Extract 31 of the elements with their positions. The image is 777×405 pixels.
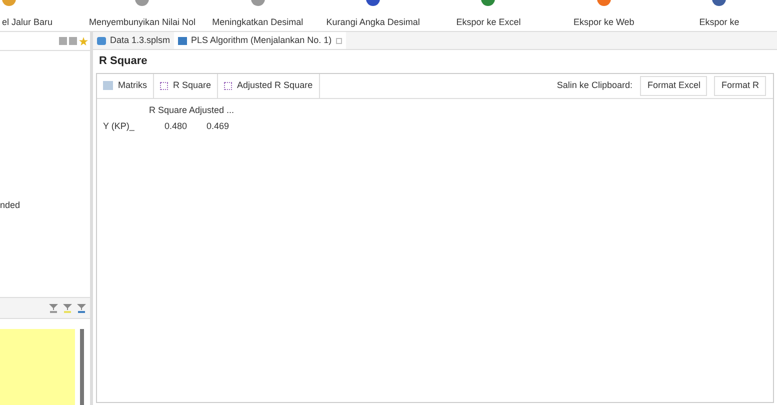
column-header: R Square bbox=[148, 104, 188, 117]
expand-icon[interactable] bbox=[59, 37, 67, 45]
format-button[interactable]: Format Excel bbox=[640, 76, 708, 96]
toolbar-button[interactable]: Menyembunyikan Nilai Nol bbox=[88, 16, 196, 30]
table-cell-text: 0.480 bbox=[163, 120, 188, 133]
toolbar-button[interactable]: Ekspor ke bbox=[699, 16, 740, 30]
file-icon bbox=[178, 36, 188, 44]
toolbar-button[interactable]: el Jalur Baru bbox=[2, 16, 53, 30]
row-header: Y (KP)_ bbox=[103, 120, 136, 133]
filter-icon[interactable] bbox=[49, 304, 58, 312]
collapse-icon[interactable] bbox=[69, 37, 77, 45]
toolbar-button[interactable]: Kurangi Angka Desimal bbox=[326, 16, 420, 30]
grid-dots-icon bbox=[224, 82, 232, 90]
star-icon[interactable] bbox=[79, 36, 88, 46]
table-icon bbox=[103, 81, 113, 90]
format-button[interactable]: Format R bbox=[714, 76, 766, 96]
scrollbar[interactable] bbox=[80, 329, 84, 405]
tree-item-text: nded bbox=[0, 200, 20, 210]
toolbar-button[interactable]: Ekspor ke Web bbox=[573, 16, 634, 30]
table-cell-text: 0.469 bbox=[205, 120, 230, 133]
clipboard-label: Salin ke Clipboard: bbox=[556, 78, 632, 92]
filter-icon[interactable] bbox=[77, 304, 86, 312]
file-icon bbox=[97, 36, 106, 44]
filter-icon[interactable] bbox=[63, 304, 72, 312]
report-title: R Square bbox=[98, 54, 148, 69]
column-header: Adjusted ... bbox=[189, 104, 231, 117]
toolbar-button[interactable]: Meningkatkan Desimal bbox=[212, 16, 304, 30]
grid-dots-icon bbox=[160, 82, 168, 90]
editor-tab[interactable]: Data 1.3.splsm bbox=[93, 32, 174, 49]
editor-tab[interactable]: PLS Algorithm (Menjalankan No. 1) bbox=[174, 32, 346, 49]
toolbar-button[interactable]: Ekspor ke Excel bbox=[456, 16, 521, 30]
